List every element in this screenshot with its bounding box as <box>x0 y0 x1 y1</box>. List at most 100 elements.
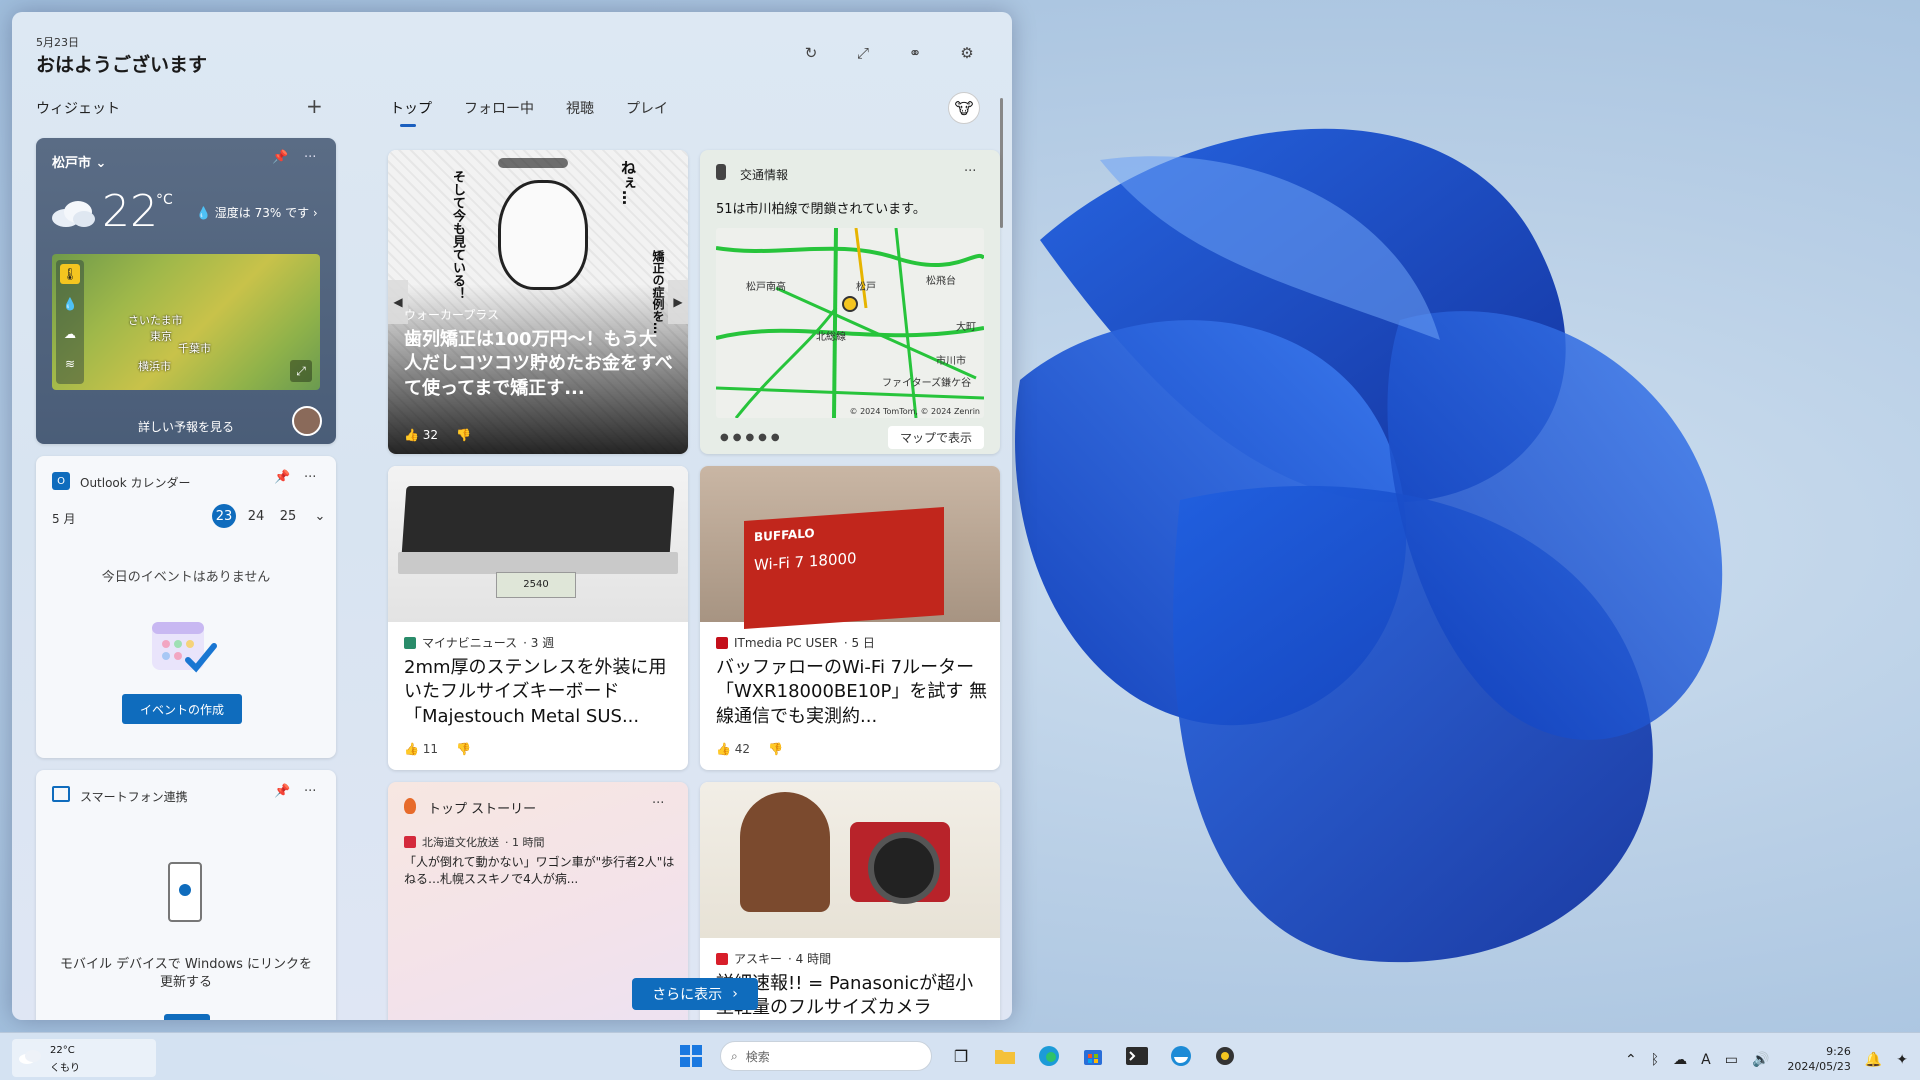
thumbs-down-icon[interactable]: 👎 <box>456 742 471 756</box>
taskbar-weather[interactable]: 22°C くもり <box>12 1039 156 1077</box>
temperature: 22 <box>102 186 158 237</box>
map-label: ファイターズ鎌ケ谷 <box>882 378 972 389</box>
edge-browser-icon[interactable] <box>1034 1041 1064 1071</box>
cloud-sync-icon[interactable]: ☁ <box>1673 1052 1687 1068</box>
source-logo-icon <box>404 636 416 649</box>
thumbs-down-icon[interactable]: 👎 <box>768 742 783 756</box>
clock[interactable]: 9:26 2024/05/23 <box>1787 1045 1850 1075</box>
tab-top[interactable]: トップ <box>390 98 432 127</box>
keyboard-image: 2540 <box>388 466 688 622</box>
calendar-widget: O Outlook カレンダー 📌 ··· 5 月 23 24 25 ⌄ 今日の… <box>36 456 336 758</box>
forecast-link[interactable]: 詳しい予報を見る <box>36 418 336 435</box>
thermometer-icon[interactable]: 🌡 <box>60 264 80 284</box>
news-title[interactable]: 2mm厚のステンレスを外装に用いたフルサイズキーボード「Majestouch M… <box>404 656 676 729</box>
create-event-button[interactable]: イベントの作成 <box>122 694 242 724</box>
news-card[interactable]: ねぇ… そして今も見ている！ 矯正の症例を… ◀ ▶ ウォーカープラス 歯列矯正… <box>388 150 688 454</box>
thumbs-down-icon[interactable]: 👎 <box>456 428 471 442</box>
share-icon[interactable]: ⚭ <box>904 42 926 64</box>
flame-icon <box>404 798 416 814</box>
carousel-dots[interactable]: ●●●●● <box>720 432 784 443</box>
like-button[interactable]: 👍 42 <box>716 742 750 756</box>
ime-icon[interactable]: A <box>1701 1052 1711 1068</box>
feed-scrollbar[interactable] <box>1000 98 1003 228</box>
expand-icon[interactable]: ⤢ <box>852 42 874 64</box>
news-source: アスキー <box>734 952 783 966</box>
weather-city[interactable]: 松戸市 ⌄ <box>52 152 106 171</box>
wind-icon[interactable]: ≋ <box>60 354 80 374</box>
router-box-image: BUFFALO Wi-Fi 7 18000 <box>700 466 1000 629</box>
calendar-day[interactable]: 24 <box>244 504 268 528</box>
map-label: 千葉市 <box>178 342 211 355</box>
road-network <box>716 228 984 418</box>
top-stories-title: トップ ストーリー <box>428 802 537 817</box>
refresh-icon[interactable]: ↻ <box>800 42 822 64</box>
taskbar-temp: 22°C <box>50 1045 75 1056</box>
cloud-layer-icon[interactable]: ☁ <box>60 324 80 344</box>
chevron-right-icon: › <box>732 986 738 1002</box>
tab-following[interactable]: フォロー中 <box>464 98 534 118</box>
carousel-pager[interactable] <box>498 158 568 168</box>
copilot-icon[interactable]: ✦ <box>1896 1052 1908 1068</box>
chevron-right-icon[interactable]: ▶ <box>668 280 688 324</box>
like-button[interactable]: 👍 32 <box>404 428 438 442</box>
thumbs-up-icon: 👍 <box>404 742 419 756</box>
weather-widget[interactable]: 松戸市 ⌄ 📌 ··· 22 °C 💧 湿度は 73% です › 🌡 💧 ☁ ≋… <box>36 138 336 444</box>
more-options-icon[interactable]: ··· <box>304 470 316 485</box>
expand-map-icon[interactable]: ⤢ <box>290 360 312 382</box>
manga-text: そして今も見ている！ <box>450 170 465 300</box>
phone-link-text: モバイル デバイスで Windows にリンクを更新する <box>59 957 313 991</box>
store-icon[interactable] <box>1078 1041 1108 1071</box>
network-icon[interactable]: ▭ <box>1725 1052 1738 1068</box>
terminal-icon[interactable] <box>1122 1041 1152 1071</box>
pin-icon[interactable]: 📌 <box>274 470 290 485</box>
more-options-icon[interactable]: ··· <box>964 164 976 179</box>
more-options-icon[interactable]: ··· <box>304 150 316 165</box>
show-more-button[interactable]: さらに表示 › <box>632 978 758 1010</box>
news-card[interactable]: 2540 マイナビニュース · 3 週 2mm厚のステンレスを外装に用いたフルサイ… <box>388 466 688 770</box>
open-button[interactable]: 開く <box>164 1014 210 1020</box>
settings-icon[interactable] <box>1210 1041 1240 1071</box>
news-source: 北海道文化放送 <box>422 836 499 849</box>
task-view-icon[interactable]: ❐ <box>946 1041 976 1071</box>
notification-bell-icon[interactable]: 🔔 <box>1865 1052 1882 1068</box>
volume-icon[interactable]: 🔊 <box>1752 1052 1769 1068</box>
news-title[interactable]: バッファローのWi-Fi 7ルーター「WXR18000BE10P」を試す 無線通… <box>716 656 988 729</box>
bluetooth-icon[interactable]: ᛒ <box>1651 1052 1659 1068</box>
traffic-card[interactable]: 交通情報 ··· 51は市川柏線で閉鎖されています。 松戸南高 松戸 松飛台 北… <box>700 150 1000 454</box>
traffic-message: 51は市川柏線で閉鎖されています。 <box>716 202 926 217</box>
chevron-down-icon[interactable]: ⌄ <box>308 504 332 528</box>
traffic-map[interactable]: 松戸南高 松戸 松飛台 北総線 市川市 ファイターズ鎌ケ谷 大町 © 2024 … <box>716 228 984 418</box>
calendar-title: Outlook カレンダー <box>80 476 191 490</box>
settings-gear-icon[interactable]: ⚙ <box>956 42 978 64</box>
thumbs-up-icon: 👍 <box>404 428 419 442</box>
docker-icon[interactable] <box>1166 1041 1196 1071</box>
widget-avatar <box>292 406 322 436</box>
top-story-text[interactable]: 「人が倒れて動かない」ワゴン車が"歩行者2人"はねる…札幌ススキノで4人が病..… <box>404 854 676 889</box>
tab-watch[interactable]: 視聴 <box>566 98 594 118</box>
weather-map[interactable]: 🌡 💧 ☁ ≋ さいたま市 東京 千葉市 横浜市 ⤢ <box>52 254 320 390</box>
more-options-icon[interactable]: ··· <box>652 796 664 811</box>
show-map-button[interactable]: マップで表示 <box>887 426 984 449</box>
humidity-link[interactable]: 💧 湿度は 73% です › <box>196 204 318 221</box>
news-card[interactable]: BUFFALO Wi-Fi 7 18000 ITmedia PC USER · 5… <box>700 466 1000 770</box>
chevron-up-icon[interactable]: ⌃ <box>1625 1052 1637 1068</box>
cloud-icon <box>19 1050 41 1064</box>
add-widget-plus-icon[interactable]: + <box>306 94 323 118</box>
calendar-day[interactable]: 25 <box>276 504 300 528</box>
taskbar-search[interactable]: ⌕ 検索 <box>720 1041 932 1071</box>
news-title[interactable]: 歯列矯正は100万円〜！もう大人だしコツコツ貯めたお金をすべて使ってまで矯正す.… <box>404 328 674 401</box>
source-logo-icon <box>716 636 728 649</box>
avatar[interactable]: 🐮 <box>948 92 980 124</box>
widgets-label: ウィジェット <box>36 101 120 117</box>
calendar-day[interactable]: 23 <box>212 504 236 528</box>
droplet-icon[interactable]: 💧 <box>60 294 80 314</box>
pin-icon[interactable]: 📌 <box>272 150 288 165</box>
map-label: 横浜市 <box>138 360 171 373</box>
tab-play[interactable]: プレイ <box>626 98 668 118</box>
windows-start-icon[interactable] <box>676 1041 706 1071</box>
more-options-icon[interactable]: ··· <box>304 784 316 799</box>
pin-icon[interactable]: 📌 <box>274 784 290 799</box>
like-button[interactable]: 👍 11 <box>404 742 438 756</box>
file-explorer-icon[interactable] <box>990 1041 1020 1071</box>
map-label: 北総線 <box>816 332 846 343</box>
